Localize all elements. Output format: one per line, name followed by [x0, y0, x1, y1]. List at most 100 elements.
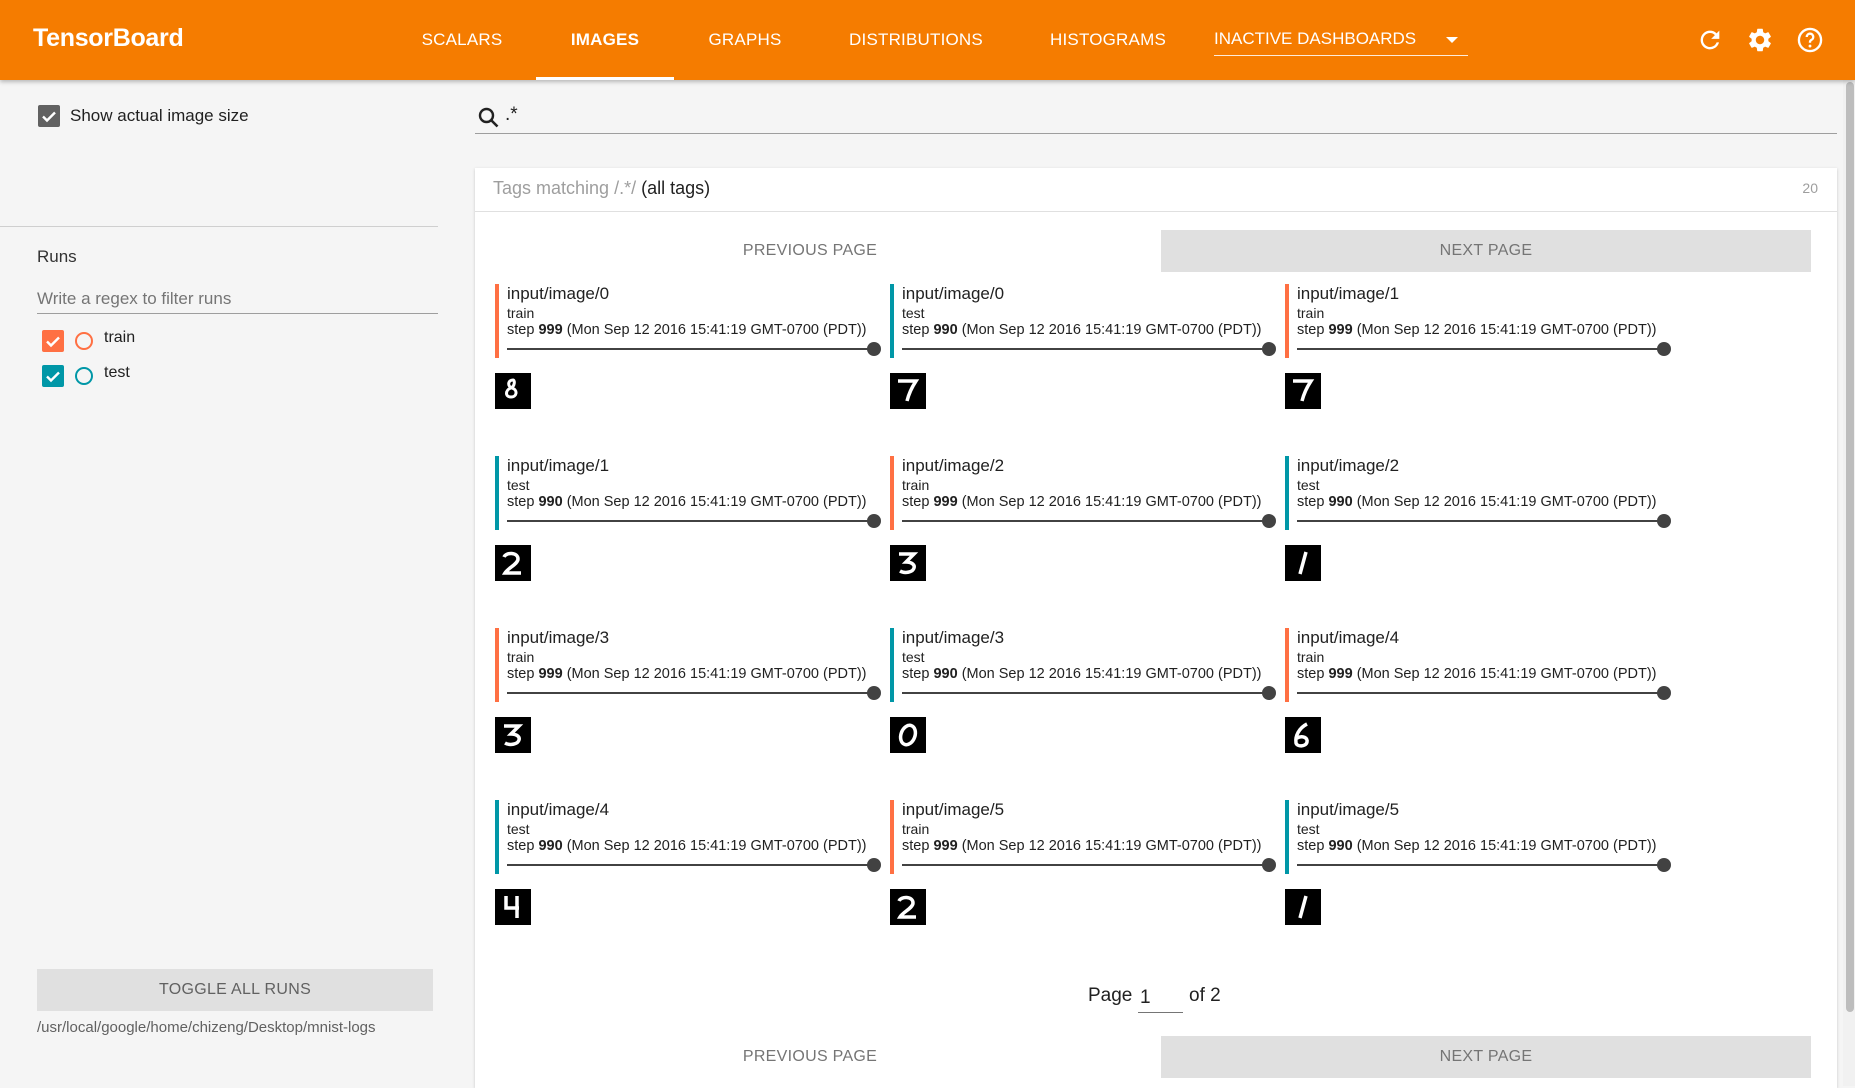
tile-step-prefix: step [902, 494, 930, 510]
step-slider-track[interactable] [1297, 520, 1663, 522]
sidebar-divider [0, 226, 438, 227]
image-thumbnail [495, 889, 531, 925]
tab-distributions[interactable]: DISTRIBUTIONS [832, 0, 1000, 80]
scrollbar-thumb[interactable] [1846, 82, 1854, 1012]
tile-step-line: step 999 (Mon Sep 12 2016 15:41:19 GMT-0… [507, 666, 867, 682]
run-color-bar [495, 284, 499, 358]
tile-step-value: 990 [933, 322, 958, 338]
run-test-label: test [104, 364, 130, 381]
step-slider-track[interactable] [902, 864, 1268, 866]
step-slider-track[interactable] [1297, 864, 1663, 866]
image-thumbnail [890, 373, 926, 409]
search-icon [478, 107, 499, 128]
app-title: TensorBoard [33, 24, 184, 52]
refresh-icon[interactable] [1696, 26, 1724, 54]
digit-glyph [898, 723, 918, 747]
step-slider-knob[interactable] [1262, 686, 1276, 700]
toggle-all-runs-button[interactable]: TOGGLE ALL RUNS [37, 969, 433, 1011]
tile-step-line: step 999 (Mon Sep 12 2016 15:41:19 GMT-0… [507, 322, 867, 338]
run-train-label: train [104, 329, 136, 346]
tile-tag: input/image/5 [1297, 800, 1400, 819]
step-slider-track[interactable] [507, 520, 873, 522]
tile-step-prefix: step [507, 322, 535, 338]
show-actual-size-checkbox[interactable] [38, 105, 60, 127]
show-actual-size-label: Show actual image size [70, 106, 249, 125]
help-icon[interactable] [1796, 26, 1824, 54]
next-page-button-bottom[interactable]: NEXT PAGE [1161, 1036, 1811, 1078]
tag-search-field[interactable]: .* [475, 100, 1837, 134]
previous-page-button-bottom[interactable]: PREVIOUS PAGE [485, 1036, 1135, 1078]
step-slider-knob[interactable] [867, 342, 881, 356]
settings-icon[interactable] [1746, 26, 1774, 54]
tile-timestamp: (Mon Sep 12 2016 15:41:19 GMT-0700 (PDT)… [961, 322, 1262, 338]
tile-run: test [902, 649, 925, 665]
tile-step-line: step 990 (Mon Sep 12 2016 15:41:19 GMT-0… [902, 666, 1262, 682]
tile-tag: input/image/0 [507, 284, 610, 303]
step-slider-knob[interactable] [1262, 514, 1276, 528]
tile-step-line: step 990 (Mon Sep 12 2016 15:41:19 GMT-0… [902, 322, 1262, 338]
tile-step-prefix: step [902, 838, 930, 854]
tile-step-value: 999 [933, 494, 958, 510]
page-number-input[interactable]: 1 [1138, 983, 1183, 1013]
tile-timestamp: (Mon Sep 12 2016 15:41:19 GMT-0700 (PDT)… [566, 666, 867, 682]
previous-page-button-top[interactable]: PREVIOUS PAGE [485, 230, 1135, 272]
digit-glyph [1298, 551, 1308, 575]
tile-timestamp: (Mon Sep 12 2016 15:41:19 GMT-0700 (PDT)… [1356, 494, 1657, 510]
step-slider-track[interactable] [1297, 348, 1663, 350]
run-train-checkbox[interactable] [42, 330, 64, 352]
step-slider-track[interactable] [507, 692, 873, 694]
run-color-bar [890, 628, 894, 702]
tab-histograms[interactable]: HISTOGRAMS [1036, 0, 1180, 80]
tile-tag: input/image/3 [902, 628, 1005, 647]
image-thumbnail [1285, 373, 1321, 409]
digit-glyph [504, 896, 519, 918]
image-tile: input/image/0 test step 990 (Mon Sep 12 20… [890, 284, 1276, 444]
tile-tag: input/image/4 [1297, 628, 1400, 647]
step-slider-track[interactable] [902, 692, 1268, 694]
image-tile: input/image/3 train step 999 (Mon Sep 12 2… [495, 628, 881, 788]
tags-matching-text: Tags matching /.*/ (all tags) [493, 178, 710, 199]
step-slider-track[interactable] [1297, 692, 1663, 694]
digit-glyph [896, 895, 916, 919]
digit-glyph [899, 552, 919, 575]
step-slider-knob[interactable] [1657, 514, 1671, 528]
sidebar: Show actual image size Runs Write a rege… [0, 80, 456, 1086]
tile-run: train [1297, 305, 1325, 321]
tile-step-value: 999 [933, 838, 958, 854]
step-slider-knob[interactable] [1657, 686, 1671, 700]
runs-filter-input[interactable]: Write a regex to filter runs [37, 284, 438, 314]
step-slider-track[interactable] [507, 348, 873, 350]
step-slider-knob[interactable] [1262, 342, 1276, 356]
step-slider-knob[interactable] [1657, 858, 1671, 872]
tags-regex: /.*/ [614, 178, 637, 198]
next-page-button-top[interactable]: NEXT PAGE [1161, 230, 1811, 272]
image-tile: input/image/5 train step 999 (Mon Sep 12 2… [890, 800, 1276, 960]
tile-step-prefix: step [1297, 494, 1325, 510]
image-tile: input/image/0 train step 999 (Mon Sep 12 2… [495, 284, 881, 444]
step-slider-track[interactable] [902, 520, 1268, 522]
page-total: of 2 [1189, 985, 1221, 1006]
tile-run: train [902, 477, 930, 493]
run-test-checkbox[interactable] [42, 365, 64, 387]
tile-timestamp: (Mon Sep 12 2016 15:41:19 GMT-0700 (PDT)… [1356, 666, 1657, 682]
step-slider-knob[interactable] [867, 514, 881, 528]
tile-tag: input/image/2 [902, 456, 1005, 475]
inactive-dashboards-dropdown[interactable]: INACTIVE DASHBOARDS [1214, 22, 1468, 56]
tile-run: test [507, 477, 530, 493]
step-slider-knob[interactable] [1657, 342, 1671, 356]
image-thumbnail [495, 717, 531, 753]
tab-scalars[interactable]: SCALARS [410, 0, 514, 80]
step-slider-knob[interactable] [867, 686, 881, 700]
image-thumbnail [495, 545, 531, 581]
tab-images[interactable]: IMAGES [536, 0, 674, 80]
tile-step-value: 990 [1328, 494, 1353, 510]
tile-step-value: 999 [538, 322, 563, 338]
step-slider-knob[interactable] [867, 858, 881, 872]
images-card: Tags matching /.*/ (all tags) 20 PREVIOU… [475, 168, 1837, 1088]
step-slider-track[interactable] [902, 348, 1268, 350]
step-slider-knob[interactable] [1262, 858, 1276, 872]
image-thumbnail [890, 889, 926, 925]
step-slider-track[interactable] [507, 864, 873, 866]
tab-graphs[interactable]: GRAPHS [692, 0, 798, 80]
top-app-bar: TensorBoard SCALARS IMAGES GRAPHS DISTRI… [0, 0, 1855, 80]
